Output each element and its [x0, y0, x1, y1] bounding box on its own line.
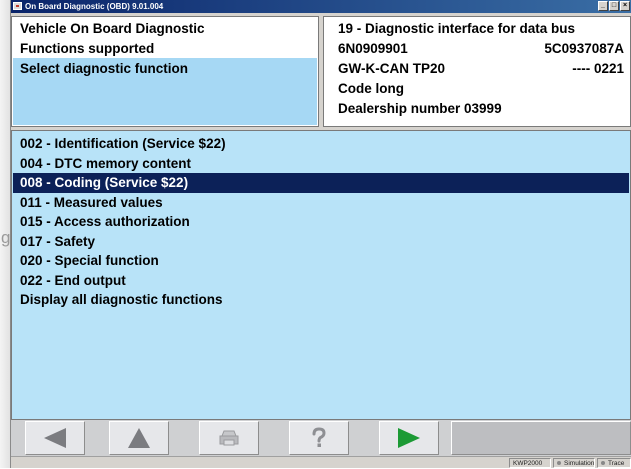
simulation-status: Simulation — [553, 458, 595, 468]
background-strip: g — [0, 0, 10, 468]
component-number: 5C0937087A — [544, 41, 624, 56]
simulation-label: Simulation — [564, 460, 595, 467]
status-bar: KWP2000 Simulation Trace — [11, 456, 631, 468]
trace-label: Trace — [608, 460, 625, 467]
function-list: 002 - Identification (Service $22) 004 -… — [11, 130, 631, 420]
component-name: GW-K-CAN TP20 — [338, 61, 445, 76]
up-button[interactable] — [109, 421, 169, 455]
window-controls: _ □ × — [598, 1, 630, 12]
trace-indicator-icon — [601, 461, 605, 466]
go-button[interactable] — [379, 421, 439, 455]
protocol-status: KWP2000 — [509, 458, 551, 468]
header-title: Vehicle On Board Diagnostic — [20, 21, 205, 36]
function-item[interactable]: 022 - End output — [13, 271, 629, 291]
header-instruction: Select diagnostic function — [20, 61, 189, 76]
header-left-panel: Vehicle On Board Diagnostic Functions su… — [11, 16, 319, 127]
trace-status: Trace — [597, 458, 631, 468]
function-item[interactable]: 017 - Safety — [13, 232, 629, 252]
coding-type: Code long — [338, 81, 404, 96]
toolbar — [11, 420, 631, 456]
help-button[interactable] — [289, 421, 349, 455]
obd-window: On Board Diagnostic (OBD) 9.01.004 _ □ ×… — [10, 0, 631, 468]
controller-title: 19 - Diagnostic interface for data bus — [338, 21, 576, 36]
toolbar-empty-area — [451, 421, 631, 455]
back-button[interactable] — [25, 421, 85, 455]
simulation-indicator-icon — [557, 461, 561, 466]
close-button[interactable]: × — [620, 1, 630, 11]
function-item[interactable]: Display all diagnostic functions — [13, 290, 629, 310]
go-arrow-icon — [398, 428, 420, 448]
function-item[interactable]: 004 - DTC memory content — [13, 154, 629, 174]
title-bar[interactable]: On Board Diagnostic (OBD) 9.01.004 _ □ × — [11, 0, 631, 13]
software-version: ---- 0221 — [572, 61, 624, 76]
up-arrow-icon — [128, 428, 150, 448]
function-item-selected[interactable]: 008 - Coding (Service $22) — [13, 173, 629, 193]
controller-info-panel: 19 - Diagnostic interface for data bus 6… — [323, 16, 631, 127]
dealership-number: Dealership number 03999 — [338, 101, 502, 116]
header-subtitle: Functions supported — [20, 41, 155, 56]
function-item[interactable]: 015 - Access authorization — [13, 212, 629, 232]
print-icon — [219, 430, 239, 446]
maximize-button[interactable]: □ — [609, 1, 619, 11]
minimize-button[interactable]: _ — [598, 1, 608, 11]
window-title: On Board Diagnostic (OBD) 9.01.004 — [25, 2, 164, 11]
help-icon — [312, 427, 326, 447]
print-button[interactable] — [199, 421, 259, 455]
function-item[interactable]: 020 - Special function — [13, 251, 629, 271]
app-icon — [13, 2, 22, 10]
back-arrow-icon — [44, 428, 66, 448]
function-item[interactable]: 011 - Measured values — [13, 193, 629, 213]
function-item[interactable]: 002 - Identification (Service $22) — [13, 134, 629, 154]
part-number: 6N0909901 — [338, 41, 408, 56]
